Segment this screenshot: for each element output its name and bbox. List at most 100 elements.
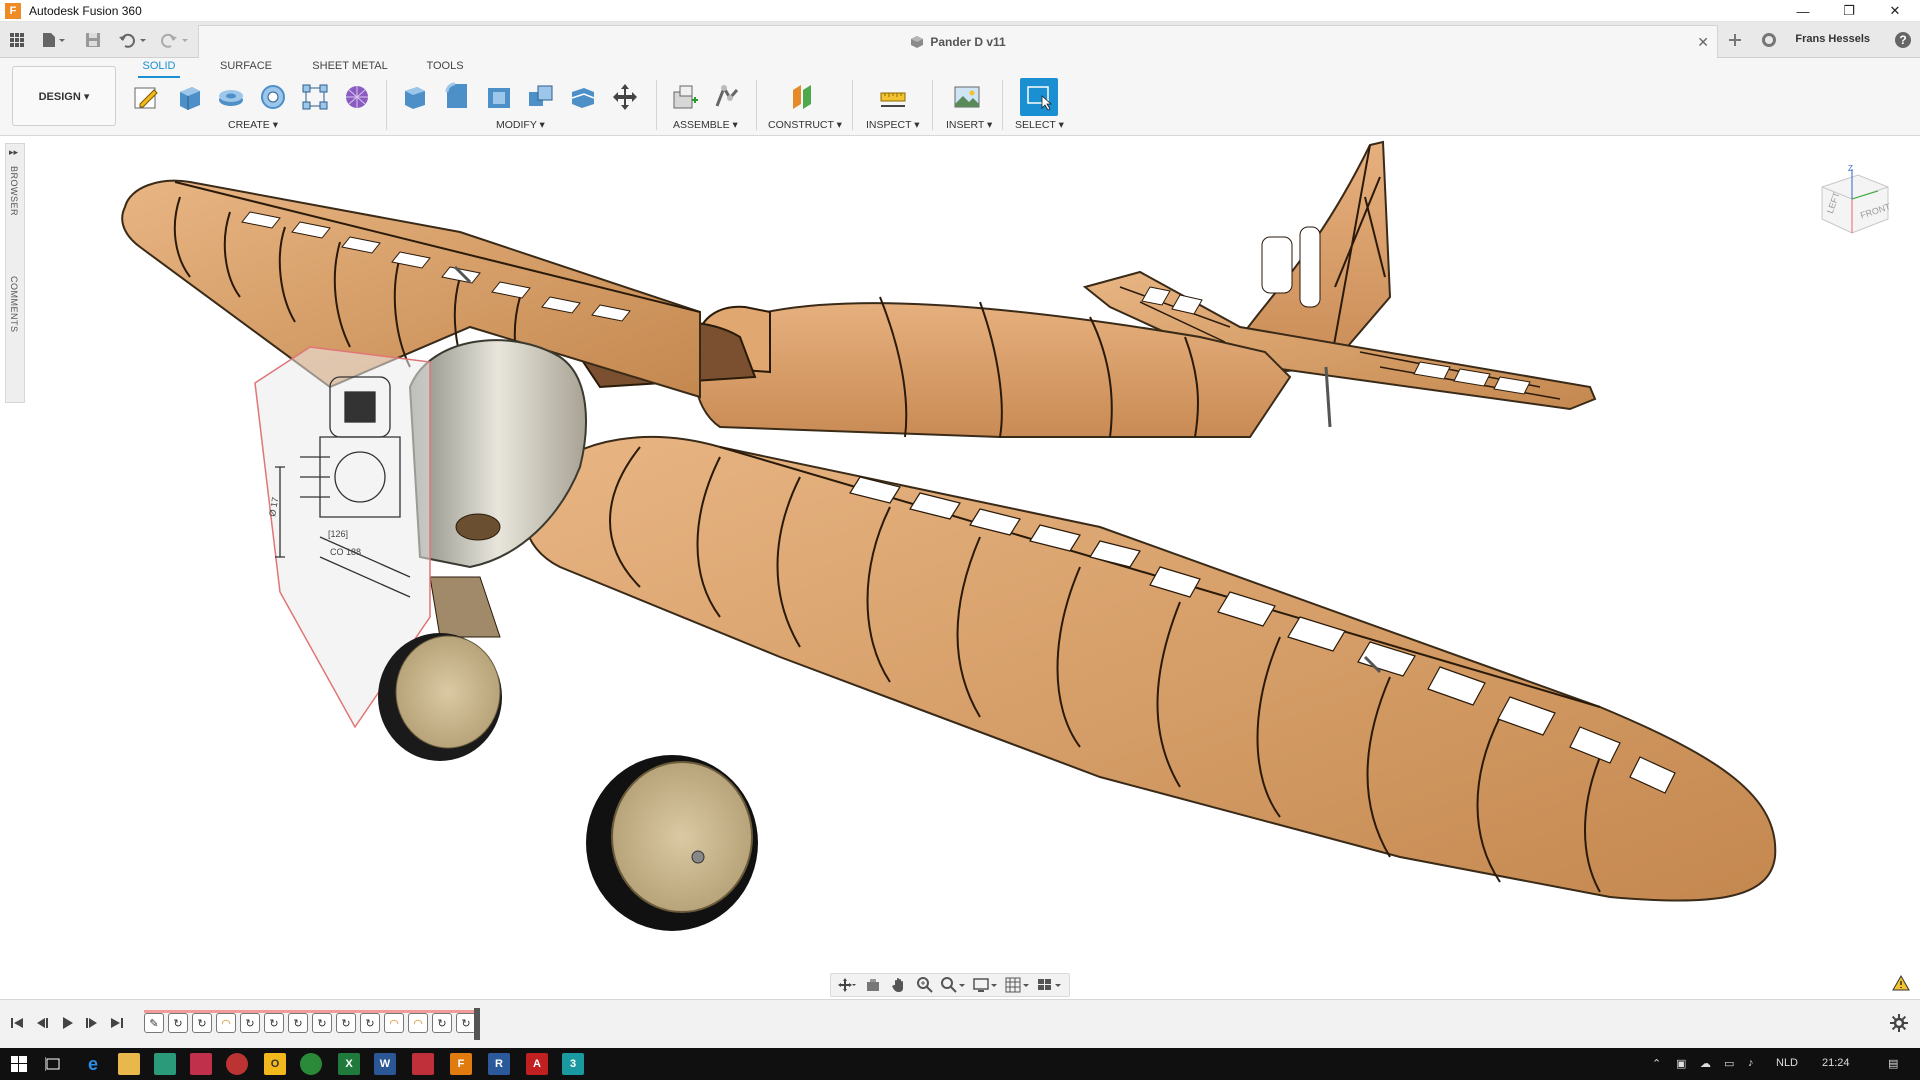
user-account-name[interactable]: Frans Hessels [1795,33,1870,45]
warning-icon[interactable] [1892,974,1910,994]
timeline-settings-gear-icon[interactable] [1890,1014,1908,1035]
app-circle-icon[interactable] [226,1053,248,1075]
timeline-feature-revolve-icon[interactable]: ↻ [456,1013,476,1033]
step-back-icon[interactable] [33,1014,51,1032]
viewcube[interactable]: LEFT FRONT Z [1808,163,1898,243]
pattern-icon[interactable] [298,80,332,114]
tray-language[interactable]: NLD [1776,1057,1798,1069]
chrome-icon[interactable] [300,1053,322,1075]
fillet-icon[interactable] [440,80,474,114]
engine-cowling[interactable] [408,339,587,638]
fit-zoom-window-icon[interactable] [939,975,969,995]
grid-snaps-icon[interactable] [1003,975,1033,995]
timeline-feature-revolve-icon[interactable]: ↻ [312,1013,332,1033]
go-to-start-icon[interactable] [8,1014,26,1032]
go-to-end-icon[interactable] [108,1014,126,1032]
split-body-icon[interactable] [566,80,600,114]
timeline-feature-fillet-icon[interactable]: ◠ [384,1013,404,1033]
tab-tools[interactable]: TOOLS [420,60,470,78]
tray-overflow-icon[interactable]: ⌃ [1652,1057,1661,1070]
select-group-label[interactable]: SELECT ▾ [1015,119,1064,131]
file-menu-icon[interactable] [38,29,70,51]
undo-icon[interactable] [116,29,150,51]
timeline-feature-fillet-icon[interactable]: ◠ [408,1013,428,1033]
create-sketch-icon[interactable] [130,80,164,114]
modeling-canvas[interactable]: ▸▸ BROWSER COMMENTS Ø 17 [126] CO 188 LE… [0,137,1920,999]
app-red-2-icon[interactable] [412,1053,434,1075]
timeline-feature-revolve-icon[interactable]: ↻ [288,1013,308,1033]
insert-group-label[interactable]: INSERT ▾ [946,119,992,131]
airplane-model-viewport[interactable]: Ø 17 [126] CO 188 [0,137,1920,999]
windows-start-icon[interactable] [8,1053,30,1075]
app-red-icon[interactable] [190,1053,212,1075]
document-tab[interactable]: Pander D v11 ✕ [198,25,1718,58]
job-status-icon[interactable] [1758,29,1780,51]
hole-icon[interactable] [256,80,290,114]
offset-plane-icon[interactable] [786,80,820,114]
revolve-icon[interactable] [214,80,248,114]
look-at-icon[interactable] [861,975,885,995]
help-icon[interactable]: ? [1892,29,1914,51]
tray-app-icon[interactable]: ▣ [1676,1057,1686,1070]
timeline-feature-revolve-icon[interactable]: ↻ [168,1013,188,1033]
3ds-max-icon[interactable]: 3 [562,1053,584,1075]
landing-wheel-left[interactable] [378,633,502,761]
timeline-feature-revolve-icon[interactable]: ↻ [240,1013,260,1033]
joint-icon[interactable] [710,80,744,114]
timeline-feature-sketch-icon[interactable]: ✎ [144,1013,164,1033]
edge-browser-icon[interactable]: e [82,1053,104,1075]
new-component-icon[interactable] [668,80,702,114]
tab-surface[interactable]: SURFACE [216,60,276,78]
select-icon[interactable] [1020,78,1058,116]
inspect-group-label[interactable]: INSPECT ▾ [866,119,920,131]
word-icon[interactable]: W [374,1053,396,1075]
timeline-feature-revolve-icon[interactable]: ↻ [192,1013,212,1033]
display-settings-icon[interactable] [971,975,1001,995]
timeline-feature-revolve-icon[interactable]: ↻ [360,1013,380,1033]
app-yellow-icon[interactable]: O [264,1053,286,1075]
tray-volume-icon[interactable]: ♪ [1748,1057,1754,1069]
restore-button[interactable]: ❐ [1826,0,1872,22]
timeline-marker[interactable] [474,1008,480,1040]
construct-group-label[interactable]: CONSTRUCT ▾ [768,119,842,131]
tray-onedrive-icon[interactable]: ☁ [1700,1057,1711,1070]
press-pull-icon[interactable] [398,80,432,114]
landing-wheel-right[interactable] [586,755,758,931]
tray-clock[interactable]: 21:24 [1822,1057,1850,1069]
timeline-feature-revolve-icon[interactable]: ↻ [432,1013,452,1033]
timeline-feature-revolve-icon[interactable]: ↻ [264,1013,284,1033]
minimize-button[interactable]: — [1780,0,1826,22]
autocad-icon[interactable]: A [526,1053,548,1075]
create-form-icon[interactable] [340,80,374,114]
viewports-icon[interactable] [1035,975,1065,995]
insert-image-icon[interactable] [950,80,984,114]
tray-network-icon[interactable]: ▭ [1724,1057,1734,1070]
task-view-icon[interactable] [42,1053,64,1075]
pan-icon[interactable] [887,975,911,995]
file-explorer-icon[interactable] [118,1053,140,1075]
measure-icon[interactable] [876,80,910,114]
shell-icon[interactable] [482,80,516,114]
timeline-feature-fillet-icon[interactable]: ◠ [216,1013,236,1033]
data-panel-grid-icon[interactable] [6,29,28,51]
tab-solid[interactable]: SOLID [138,60,180,78]
zoom-icon[interactable] [913,975,937,995]
orbit-icon[interactable] [835,975,859,995]
revit-icon[interactable]: R [488,1053,510,1075]
modify-group-label[interactable]: MODIFY ▾ [496,119,545,131]
tab-sheet-metal[interactable]: SHEET METAL [310,60,390,78]
new-tab-plus-icon[interactable] [1724,29,1746,51]
close-window-button[interactable]: ✕ [1872,0,1918,22]
assemble-group-label[interactable]: ASSEMBLE ▾ [673,119,738,131]
close-tab-icon[interactable]: ✕ [1697,34,1709,51]
redo-icon[interactable] [158,29,192,51]
combine-icon[interactable] [524,80,558,114]
excel-icon[interactable]: X [338,1053,360,1075]
create-group-label[interactable]: CREATE ▾ [228,119,278,131]
extrude-icon[interactable] [172,80,206,114]
workspace-switcher-button[interactable]: DESIGN ▾ [12,66,116,126]
move-copy-icon[interactable] [608,80,642,114]
sketchup-icon[interactable] [154,1053,176,1075]
step-forward-icon[interactable] [83,1014,101,1032]
notifications-icon[interactable]: ▤ [1888,1057,1898,1070]
